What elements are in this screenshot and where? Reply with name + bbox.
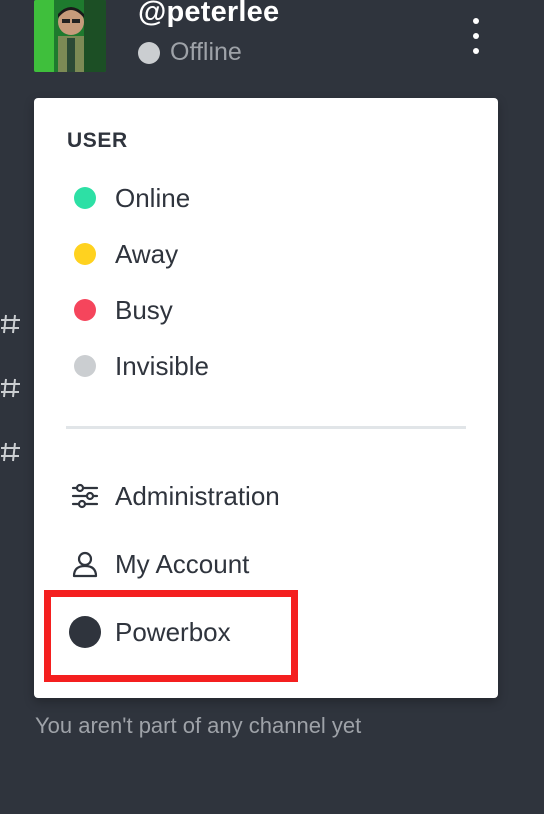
menu-item-label: Administration	[115, 480, 280, 511]
status-option-label: Online	[115, 182, 191, 213]
status-option-busy[interactable]: Busy	[67, 290, 173, 330]
menu-item-my-account[interactable]: My Account	[67, 544, 249, 584]
user-status[interactable]: Offline	[138, 38, 242, 67]
status-option-away[interactable]: Away	[67, 234, 178, 274]
menu-item-administration[interactable]: Administration	[67, 476, 280, 516]
invisible-status-dot	[74, 355, 96, 377]
more-options-icon[interactable]	[458, 14, 494, 58]
status-option-online[interactable]: Online	[67, 178, 190, 218]
avatar[interactable]	[34, 0, 106, 72]
status-label: Offline	[170, 38, 242, 66]
status-option-invisible[interactable]: Invisible	[67, 346, 209, 386]
hash-icon	[1, 378, 20, 398]
powerbox-icon	[67, 614, 103, 650]
menu-item-powerbox[interactable]: Powerbox	[67, 612, 231, 652]
status-option-label: Busy	[115, 294, 173, 325]
screen: @peterlee Offline You aren't part of any…	[0, 0, 544, 814]
status-option-label: Invisible	[115, 350, 209, 381]
no-channels-message: You aren't part of any channel yet	[35, 713, 362, 738]
offline-status-dot	[138, 41, 160, 64]
menu-item-label: My Account	[115, 548, 250, 579]
section-title-user: USER	[67, 129, 128, 152]
menu-item-label: Powerbox	[115, 616, 231, 647]
username: @peterlee	[138, 0, 280, 28]
online-status-dot	[74, 187, 96, 209]
user-icon	[67, 546, 103, 582]
user-menu-popover: USER Online Away Busy Invisible Administ…	[34, 98, 498, 698]
menu-divider	[66, 426, 466, 429]
hash-icon	[1, 442, 20, 462]
busy-status-dot	[74, 299, 96, 321]
status-option-label: Away	[115, 238, 179, 269]
sliders-icon	[67, 478, 103, 514]
away-status-dot	[74, 243, 96, 265]
hash-icon	[1, 314, 20, 334]
